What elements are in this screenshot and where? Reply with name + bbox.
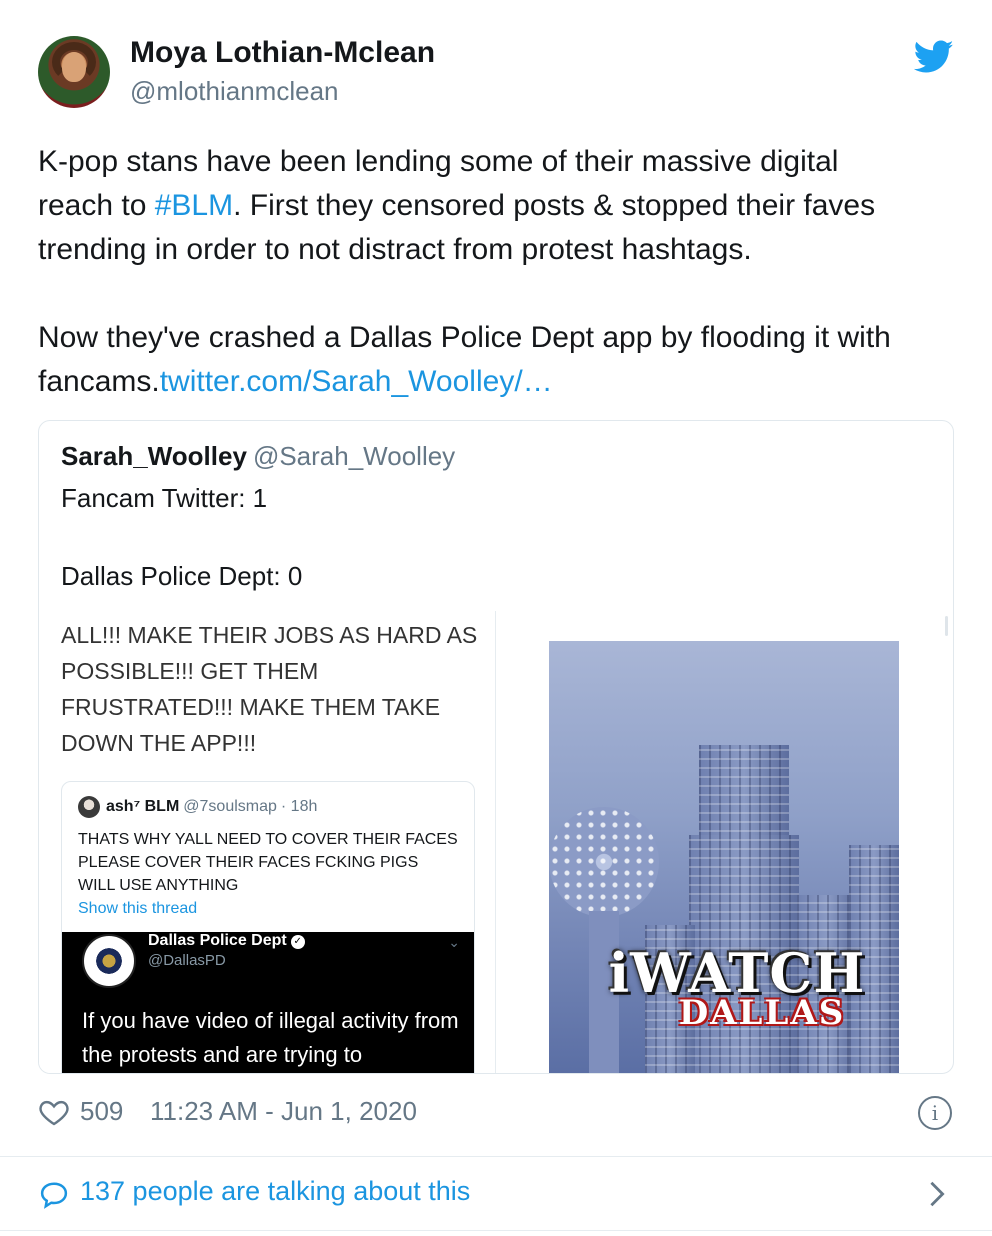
scrollbar[interactable] — [945, 616, 948, 636]
embedded-name-text: Dallas Police Dept — [148, 932, 287, 949]
quoted-author-name[interactable]: Sarah_Woolley — [61, 441, 247, 471]
verified-icon: ✓ — [290, 935, 305, 949]
show-thread-link: Show this thread — [78, 900, 198, 917]
author-handle[interactable]: @mlothianmclean — [130, 76, 338, 107]
tweet-text: K-pop stans have been lending some of th… — [38, 140, 958, 404]
quoted-text-line: Dallas Police Dept: 0 — [61, 561, 303, 591]
embedded-tweet-text: If you have video of illegal activity fr… — [82, 1008, 459, 1067]
inner-tweet-time: · 18h — [280, 798, 318, 815]
speech-bubble-icon[interactable] — [38, 1180, 70, 1210]
divider — [0, 1156, 992, 1157]
author-avatar[interactable] — [38, 36, 110, 108]
twitter-bird-icon[interactable] — [914, 40, 954, 74]
embedded-author-handle: @DallasPD — [148, 952, 226, 969]
quoted-text-line: Fancam Twitter: 1 — [61, 483, 268, 513]
reunion-tower — [549, 807, 659, 917]
tweet-url-link[interactable]: twitter.com/Sarah_Woolley/… — [160, 365, 553, 398]
like-count[interactable]: 509 — [80, 1096, 123, 1127]
quoted-tweet-header: Sarah_Woolley @Sarah_Woolley — [61, 441, 455, 472]
media-divider — [495, 611, 496, 1073]
heart-icon[interactable] — [38, 1096, 70, 1128]
info-icon[interactable]: i — [918, 1096, 952, 1130]
bottom-border — [0, 1230, 992, 1231]
tweet-timestamp[interactable]: 11:23 AM - Jun 1, 2020 — [150, 1096, 417, 1127]
embedded-dark-tweet: Dallas Police Dept ✓ @DallasPD ⌄ If you h… — [62, 932, 474, 1073]
quoted-tweet[interactable]: Sarah_Woolley @Sarah_Woolley Fancam Twitt… — [38, 420, 954, 1074]
quoted-media-image[interactable]: iWATCH DALLAS — [549, 641, 899, 1073]
quoted-author-handle[interactable]: @Sarah_Woolley — [253, 441, 455, 471]
inner-author-handle: @7soulsmap — [183, 798, 277, 815]
inner-avatar — [78, 796, 100, 818]
tweet-text-fragment: fancams. — [38, 365, 160, 398]
inner-tweet-header: ash⁷ BLM @7soulsmap · 18h — [78, 796, 317, 818]
tweet-text-fragment: reach to — [38, 189, 155, 222]
tweet-line: reach to #BLM. First they censored posts… — [38, 184, 958, 228]
iwatch-logo-subtitle: DALLAS — [678, 993, 846, 1033]
hashtag-link[interactable]: #BLM — [155, 189, 233, 222]
quoted-media-screenshot[interactable]: ALL!!! MAKE THEIR JOBS AS HARD AS POSSIB… — [39, 611, 495, 1073]
inner-quoted-tweet: ash⁷ BLM @7soulsmap · 18h THATS WHY YALL N… — [61, 781, 475, 1073]
inner-author-name: ash⁷ BLM — [106, 798, 180, 815]
tweet-line: K-pop stans have been lending some of th… — [38, 145, 839, 178]
tweet-line: Now they've crashed a Dallas Police Dept… — [38, 321, 891, 354]
avatar-face — [62, 52, 86, 82]
tweet-text-fragment: . First they censored posts & stopped th… — [233, 189, 876, 222]
chevron-right-icon[interactable] — [926, 1180, 948, 1208]
embedded-author-name: Dallas Police Dept ✓ — [148, 932, 305, 950]
tweet-line: fancams.twitter.com/Sarah_Woolley/… — [38, 360, 958, 404]
tweet-line: trending in order to not distract from p… — [38, 233, 752, 266]
dallas-police-logo — [82, 934, 136, 988]
author-name[interactable]: Moya Lothian-Mclean — [130, 36, 435, 70]
chevron-down-icon: ⌄ — [448, 934, 460, 950]
embedded-tweet-card: Moya Lothian-Mclean @mlothianmclean K-po… — [0, 0, 992, 1236]
inner-tweet-text: THATS WHY YALL NEED TO COVER THEIR FACES… — [78, 831, 458, 894]
screenshot-text: ALL!!! MAKE THEIR JOBS AS HARD AS POSSIB… — [61, 622, 478, 756]
conversation-link[interactable]: 137 people are talking about this — [80, 1176, 470, 1207]
